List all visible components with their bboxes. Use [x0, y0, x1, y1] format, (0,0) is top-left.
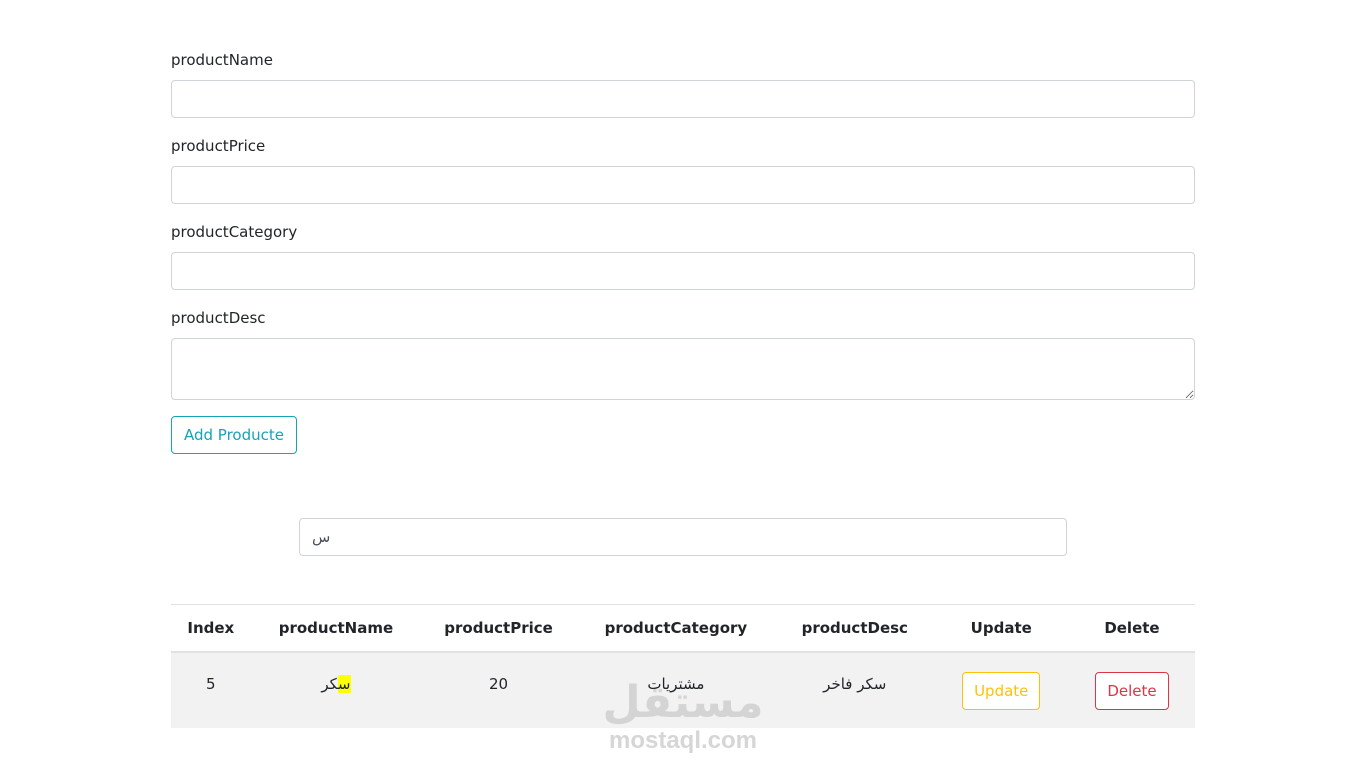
- search-input[interactable]: [299, 518, 1067, 556]
- cell-product-price: 20: [421, 652, 576, 728]
- products-table-container: Index productName productPrice productCa…: [171, 604, 1195, 728]
- delete-button[interactable]: Delete: [1095, 671, 1169, 710]
- search-container: [299, 518, 1067, 556]
- header-product-desc: productDesc: [775, 604, 934, 653]
- product-desc-label: productDesc: [171, 309, 266, 327]
- header-product-category: productCategory: [575, 604, 776, 653]
- update-button[interactable]: Update: [962, 671, 1041, 710]
- product-category-label: productCategory: [171, 223, 298, 241]
- product-name-input[interactable]: [171, 80, 1195, 118]
- search-highlight: س: [337, 674, 351, 693]
- header-product-name: productName: [250, 604, 422, 653]
- products-table: Index productName productPrice productCa…: [171, 604, 1195, 728]
- cell-product-name: سكر: [250, 652, 422, 728]
- add-product-button[interactable]: Add Producte: [171, 416, 297, 454]
- watermark-domain: mostaql.com: [608, 727, 758, 754]
- product-form: productName productPrice productCategory…: [171, 46, 1195, 454]
- table-header-row: Index productName productPrice productCa…: [171, 604, 1195, 653]
- header-product-price: productPrice: [421, 604, 576, 653]
- page: productName productPrice productCategory…: [0, 0, 1366, 778]
- product-desc-group: productDesc: [171, 307, 1195, 400]
- product-name-rest: كر: [321, 674, 338, 693]
- cell-index: 5: [171, 652, 251, 728]
- header-index: Index: [171, 604, 251, 653]
- product-price-label: productPrice: [171, 137, 266, 155]
- cell-delete: Delete: [1068, 652, 1195, 728]
- cell-product-desc: سكر فاخر: [775, 652, 934, 728]
- product-category-group: productCategory: [171, 221, 1195, 290]
- header-update: Update: [933, 604, 1069, 653]
- table-row: 5 سكر 20 مشتريات سكر فاخر Update Delete: [171, 652, 1195, 728]
- cell-product-category: مشتريات: [575, 652, 776, 728]
- product-price-input[interactable]: [171, 166, 1195, 204]
- header-delete: Delete: [1068, 604, 1195, 653]
- product-category-input[interactable]: [171, 252, 1195, 290]
- product-name-label: productName: [171, 51, 273, 69]
- cell-update: Update: [933, 652, 1069, 728]
- product-price-group: productPrice: [171, 135, 1195, 204]
- product-name-group: productName: [171, 49, 1195, 118]
- product-desc-textarea[interactable]: [171, 338, 1195, 400]
